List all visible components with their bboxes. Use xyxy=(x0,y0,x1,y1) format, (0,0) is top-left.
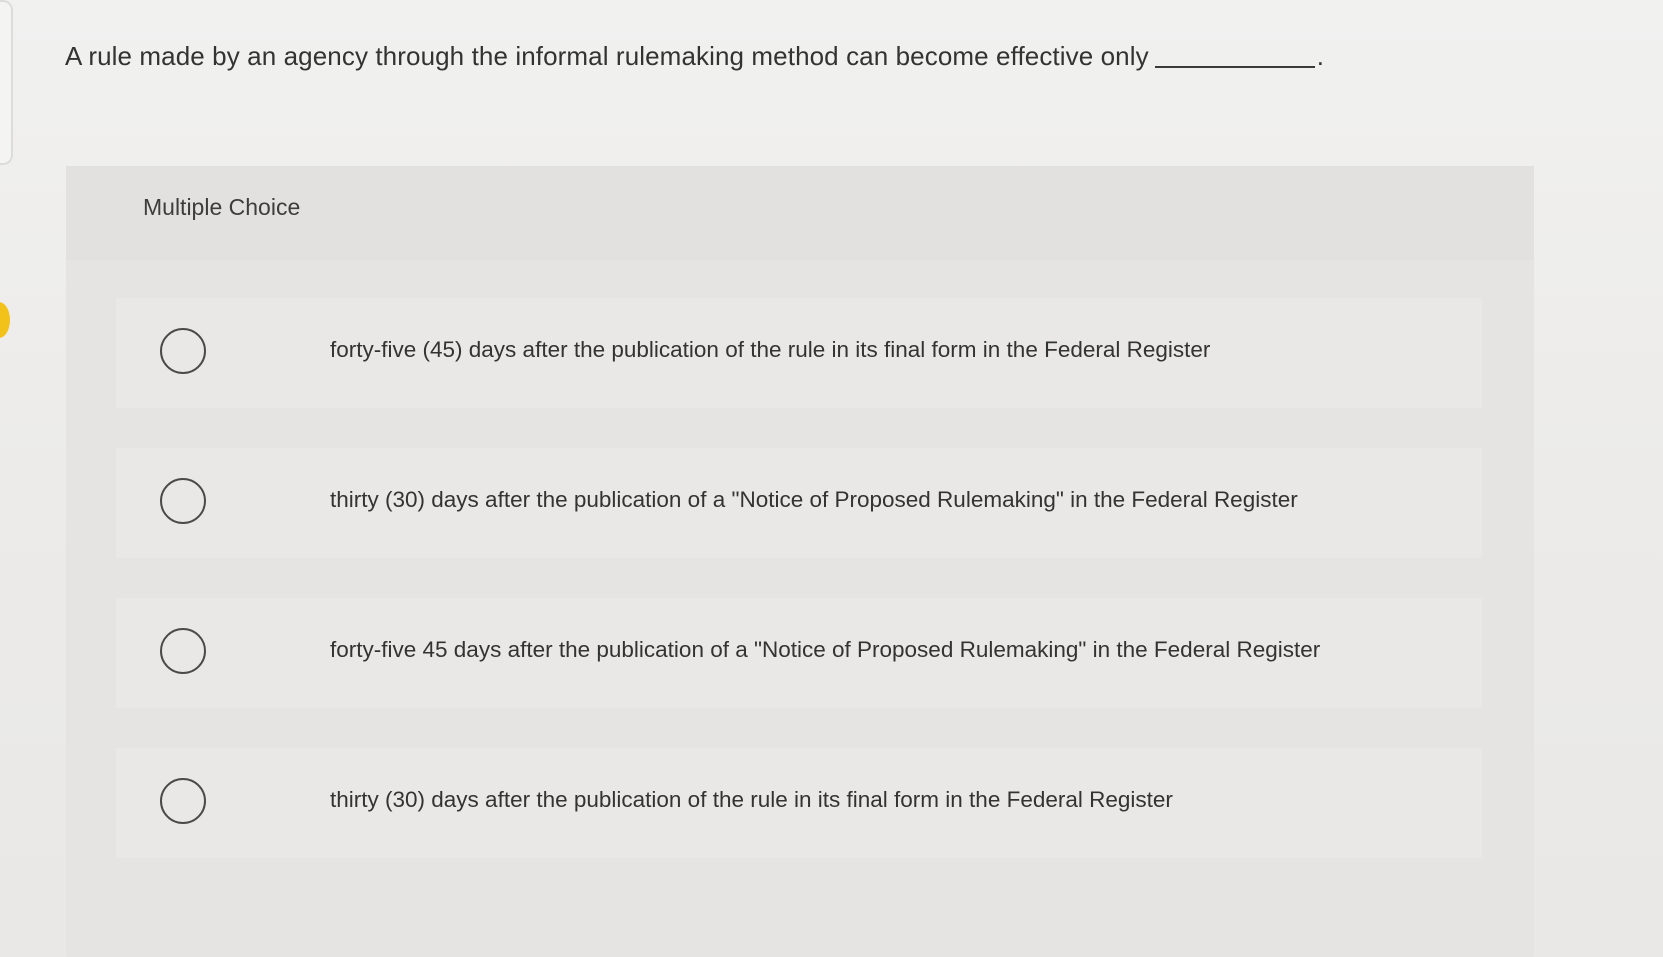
panel-title: Multiple Choice xyxy=(143,194,301,220)
choice-label: thirty (30) days after the publication o… xyxy=(330,487,1298,512)
question-prompt: A rule made by an agency through the inf… xyxy=(65,38,1324,74)
radio-unselected-icon[interactable] xyxy=(160,778,206,824)
answer-blank xyxy=(1154,66,1315,68)
choice-option-4[interactable]: thirty (30) days after the publication o… xyxy=(116,748,1482,858)
side-tab[interactable] xyxy=(0,0,13,165)
radio-unselected-icon[interactable] xyxy=(160,628,206,674)
panel-header: Multiple Choice xyxy=(66,166,1534,260)
choice-label: forty-five 45 days after the publication… xyxy=(330,637,1321,662)
choice-option-3[interactable]: forty-five 45 days after the publication… xyxy=(116,598,1482,708)
question-end-punct: . xyxy=(1316,41,1325,71)
progress-marker-icon xyxy=(0,302,10,338)
choice-option-2[interactable]: thirty (30) days after the publication o… xyxy=(116,448,1482,558)
question-text: A rule made by an agency through the inf… xyxy=(65,41,1149,71)
radio-unselected-icon[interactable] xyxy=(160,328,206,374)
choice-label: thirty (30) days after the publication o… xyxy=(330,787,1173,812)
choice-option-1[interactable]: forty-five (45) days after the publicati… xyxy=(116,298,1482,408)
radio-unselected-icon[interactable] xyxy=(160,478,206,524)
multiple-choice-panel: Multiple Choice forty-five (45) days aft… xyxy=(66,166,1534,957)
choice-label: forty-five (45) days after the publicati… xyxy=(330,337,1211,362)
